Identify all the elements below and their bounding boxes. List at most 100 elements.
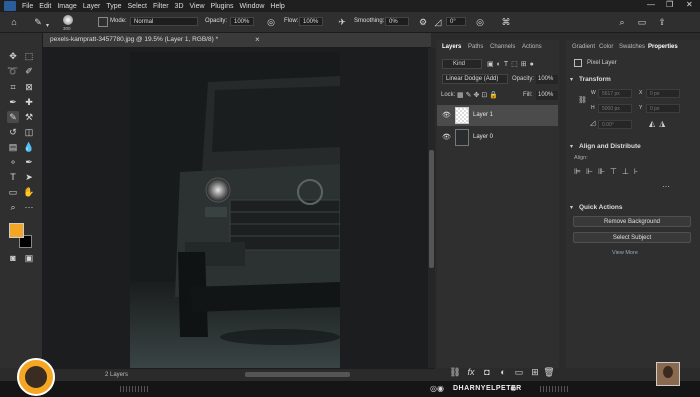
new-layer-icon[interactable]: ⊞	[529, 366, 541, 378]
smoothing-input[interactable]: 0%	[385, 17, 409, 26]
menu-image[interactable]: Image	[57, 3, 76, 10]
height-field[interactable]: 5000 px	[598, 104, 632, 113]
zoom-tool-icon[interactable]: ⌕	[7, 201, 19, 213]
dodge-tool-icon[interactable]: ⚬	[7, 156, 19, 168]
align-buttons[interactable]: ⊫⊩⊪⊤⊥⊦	[574, 167, 643, 176]
document-tab[interactable]: pexels-kampratt-3457780.jpg @ 19.5% (Lay…	[43, 33, 431, 48]
menu-type[interactable]: Type	[106, 3, 121, 10]
symmetry-icon[interactable]: ⌘	[500, 16, 512, 28]
gear-icon[interactable]: ⚙	[417, 16, 429, 28]
tab-channels[interactable]: Channels	[490, 44, 515, 50]
layer-opacity-input[interactable]: 100%	[536, 75, 558, 84]
healing-tool-icon[interactable]: ✚	[23, 96, 35, 108]
tab-actions[interactable]: Actions	[522, 44, 542, 50]
home-icon[interactable]: ⌂	[8, 16, 20, 28]
screen-mode-icon[interactable]: ▣	[23, 252, 35, 264]
type-tool-icon[interactable]: T	[7, 171, 19, 183]
pressure-opacity-icon[interactable]: ◎	[265, 16, 277, 28]
select-subject-button[interactable]: Select Subject	[573, 232, 691, 243]
photoshop-logo[interactable]	[4, 1, 16, 11]
layer-name[interactable]: Layer 0	[473, 134, 493, 140]
vertical-scroll-thumb[interactable]	[429, 150, 434, 268]
crop-tool-icon[interactable]: ⌗	[7, 81, 19, 93]
blur-tool-icon[interactable]: 💧	[23, 141, 35, 153]
menu-layer[interactable]: Layer	[83, 3, 101, 10]
layer-row-layer-0[interactable]: 👁 Layer 0	[437, 127, 558, 148]
hand-tool-icon[interactable]: ✋	[23, 186, 35, 198]
angle-field[interactable]: 0.00°	[598, 120, 632, 129]
layer-row-layer-1[interactable]: 👁 Layer 1	[437, 105, 558, 126]
search-icon[interactable]: ⌕	[616, 16, 628, 28]
x-field[interactable]: 0 px	[646, 89, 680, 98]
horizontal-scroll-thumb[interactable]	[245, 372, 350, 377]
marquee-tool-icon[interactable]: ⬚	[23, 50, 35, 62]
path-select-icon[interactable]: ➤	[23, 171, 35, 183]
menu-plugins[interactable]: Plugins	[211, 3, 234, 10]
eyedropper-tool-icon[interactable]: ✒	[7, 96, 19, 108]
angle-input[interactable]: 0°	[446, 17, 466, 26]
foreground-color-swatch[interactable]	[9, 223, 24, 238]
menu-select[interactable]: Select	[128, 3, 147, 10]
fill-input[interactable]: 100%	[536, 91, 558, 100]
lock-icons[interactable]: ▦✎✥⊡🔒	[457, 91, 500, 99]
blend-mode-select[interactable]: Linear Dodge (Add)	[442, 74, 508, 84]
document-image[interactable]	[130, 52, 340, 368]
tab-layers[interactable]: Layers	[442, 44, 461, 50]
menu-filter[interactable]: Filter	[153, 3, 169, 10]
tab-color[interactable]: Color	[599, 44, 613, 50]
tab-properties[interactable]: Properties	[648, 44, 678, 50]
link-dimensions-icon[interactable]: ⛓	[578, 96, 587, 104]
maximize-icon[interactable]: ❐	[666, 0, 673, 9]
shape-tool-icon[interactable]: ▭	[7, 186, 19, 198]
brush-preset-icon[interactable]	[63, 15, 73, 25]
layer-name[interactable]: Layer 1	[473, 112, 493, 118]
minimize-icon[interactable]: —	[647, 0, 655, 9]
kind-filter[interactable]: Kind	[442, 59, 482, 69]
adjustment-icon[interactable]: ◐	[497, 366, 509, 378]
more-options-icon[interactable]: ···	[662, 182, 670, 191]
stamp-tool-icon[interactable]: ⚒	[23, 111, 35, 123]
group-icon[interactable]: ▭	[513, 366, 525, 378]
layer-filter-icons[interactable]: ▣◐T⬚⊞●	[487, 60, 537, 68]
brush-settings-icon[interactable]	[98, 17, 108, 27]
view-more-link[interactable]: View More	[612, 250, 638, 256]
menu-3d[interactable]: 3D	[175, 3, 184, 10]
lasso-tool-icon[interactable]: ➰	[7, 65, 19, 77]
visibility-eye-icon[interactable]: 👁	[442, 133, 451, 141]
remove-background-button[interactable]: Remove Background	[573, 216, 691, 227]
tab-paths[interactable]: Paths	[468, 44, 483, 50]
airbrush-icon[interactable]: ✈	[336, 16, 348, 28]
pen-tool-icon[interactable]: ✒	[23, 156, 35, 168]
link-icon[interactable]: ⛓	[449, 366, 461, 378]
y-field[interactable]: 0 px	[646, 104, 680, 113]
menu-file[interactable]: File	[22, 3, 33, 10]
mask-icon[interactable]: ◘	[481, 366, 493, 378]
gradient-tool-icon[interactable]: ▤	[7, 141, 19, 153]
quick-mask-icon[interactable]: ◙	[7, 252, 19, 264]
width-field[interactable]: 5617 px	[598, 89, 632, 98]
frame-tool-icon[interactable]: ⊠	[23, 81, 35, 93]
mode-select[interactable]: Normal	[130, 17, 198, 26]
fx-icon[interactable]: fx	[465, 366, 477, 378]
menu-view[interactable]: View	[190, 3, 205, 10]
eraser-tool-icon[interactable]: ◫	[23, 126, 35, 138]
visibility-eye-icon[interactable]: 👁	[442, 111, 451, 119]
history-brush-icon[interactable]: ↺	[7, 126, 19, 138]
opacity-input[interactable]: 100%	[230, 17, 254, 26]
close-tab-icon[interactable]: ×	[255, 35, 260, 44]
angle-icon[interactable]: ◿	[432, 16, 444, 28]
quick-select-tool-icon[interactable]: ✐	[23, 65, 35, 77]
move-tool-icon[interactable]: ✥	[7, 50, 19, 62]
flip-icons[interactable]: ◭◮	[649, 119, 669, 128]
chevron-down-icon[interactable]: ▾	[570, 204, 573, 211]
menu-edit[interactable]: Edit	[39, 3, 51, 10]
brush-tool-active-icon[interactable]: ✎	[7, 111, 19, 123]
chevron-down-icon[interactable]: ▾	[570, 143, 573, 150]
chevron-down-icon[interactable]: ▾	[570, 76, 573, 83]
workspace-icon[interactable]: ▭	[636, 16, 648, 28]
trash-icon[interactable]: 🗑	[543, 366, 555, 378]
more-tools-icon[interactable]: ···	[23, 201, 35, 213]
brush-tool-icon[interactable]: ✎	[32, 16, 44, 28]
flow-input[interactable]: 100%	[299, 17, 323, 26]
tab-swatches[interactable]: Swatches	[619, 44, 645, 50]
